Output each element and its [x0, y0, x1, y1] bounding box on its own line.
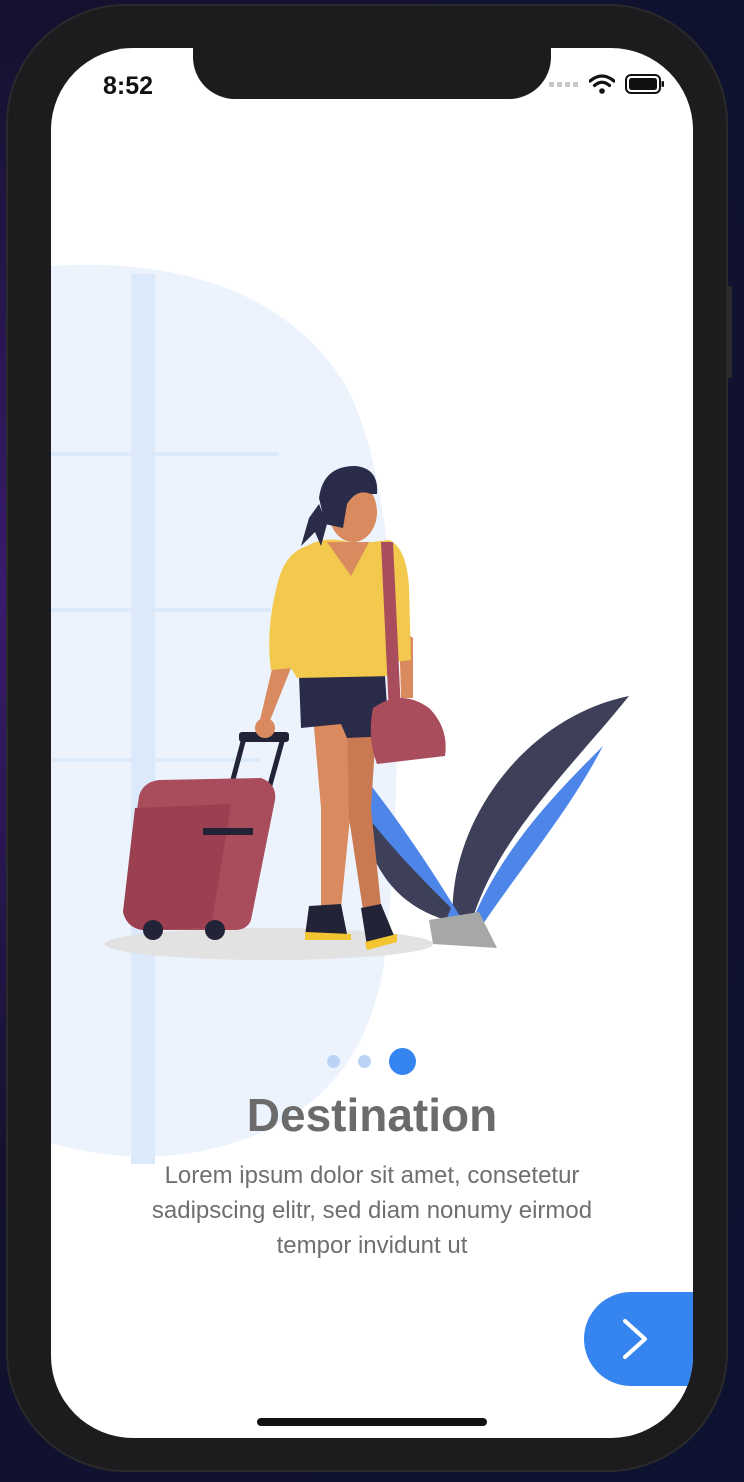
suitcase-grip	[203, 828, 253, 835]
window-line	[51, 452, 279, 456]
phone-frame: 8:52 Destination Lorem ipsum dolor sit a…	[6, 4, 732, 1472]
side-button	[726, 286, 732, 378]
page-title: Destination	[246, 1089, 498, 1141]
signal-icon	[549, 82, 578, 87]
person-shoe	[305, 904, 347, 936]
home-indicator[interactable]	[257, 1418, 487, 1426]
next-button[interactable]	[584, 1292, 693, 1386]
page-indicator	[51, 1048, 693, 1084]
status-time: 8:52	[103, 72, 154, 100]
page-dot[interactable]	[327, 1055, 340, 1068]
notch	[193, 48, 551, 99]
suitcase-wheel	[143, 920, 163, 940]
page-description: Lorem ipsum dolor sit amet, consetetur s…	[151, 1162, 593, 1259]
battery-icon	[625, 74, 664, 94]
suitcase-wheel	[205, 920, 225, 940]
window-pillar	[131, 274, 155, 1164]
page-dot-active[interactable]	[389, 1048, 416, 1075]
window-line	[51, 608, 271, 612]
window-line	[51, 758, 261, 762]
chevron-right-icon	[623, 1319, 647, 1359]
page-dot[interactable]	[358, 1055, 371, 1068]
status-icons	[549, 74, 665, 94]
plant-leaf	[452, 696, 629, 924]
wifi-icon	[589, 74, 615, 94]
screen: 8:52 Destination Lorem ipsum dolor sit a…	[51, 48, 693, 1438]
person-hand	[255, 718, 275, 738]
shoulder-bag	[370, 698, 446, 764]
